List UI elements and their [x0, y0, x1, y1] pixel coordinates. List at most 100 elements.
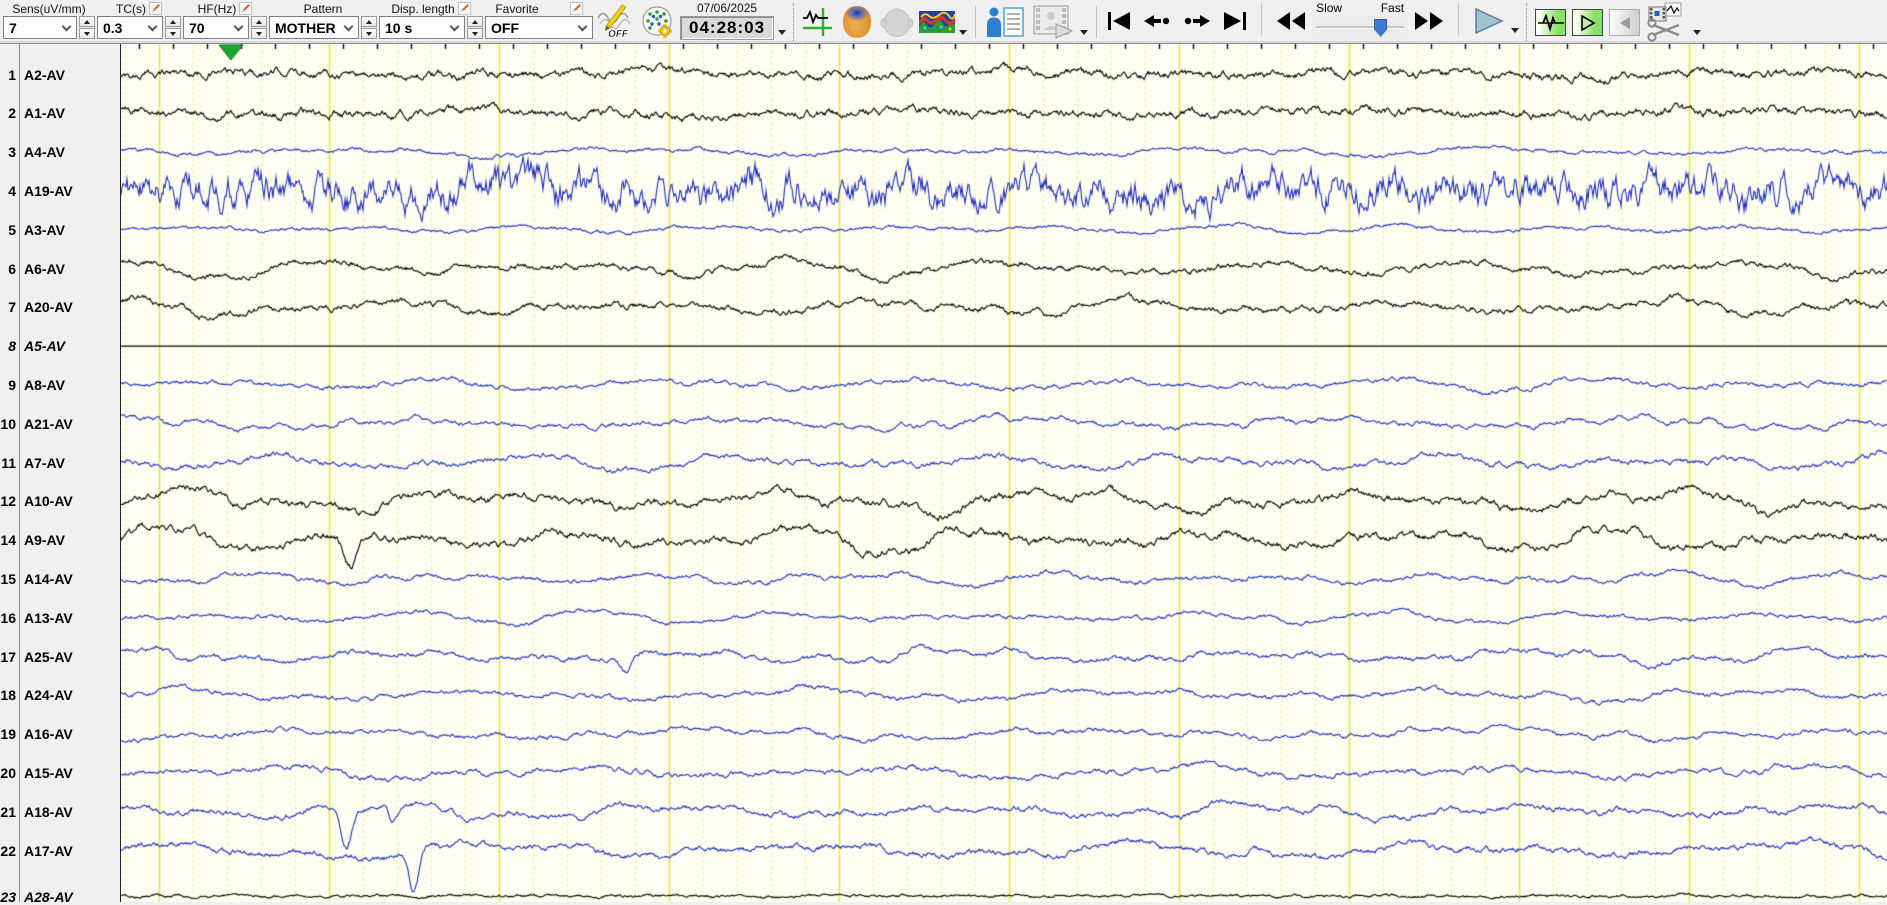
channel-row[interactable]: 6 A6-AV [0, 260, 120, 277]
channel-label: A6-AV [24, 260, 65, 277]
head-map-settings-button[interactable] [638, 1, 676, 43]
channel-label: A14-AV [24, 570, 73, 587]
video-button[interactable] [1030, 1, 1076, 43]
channel-row[interactable]: 21 A18-AV [0, 803, 120, 820]
channel-number: 2 [8, 105, 16, 122]
hf-up-button[interactable] [251, 16, 267, 27]
channel-row[interactable]: 2 A1-AV [0, 105, 120, 122]
time-display[interactable]: 04:28:03 [680, 16, 775, 40]
wave-review-mode-button[interactable] [1535, 9, 1567, 36]
channel-row[interactable]: 3 A4-AV [0, 144, 120, 161]
hf-spinner [251, 16, 267, 39]
step-forward-button[interactable] [1179, 10, 1215, 32]
speed-slider-thumb[interactable] [1374, 19, 1388, 37]
pattern-combobox[interactable]: MOTHER [269, 16, 359, 39]
channel-row[interactable]: 8 A5-AV [0, 338, 120, 355]
speed-slider-track[interactable] [1312, 16, 1409, 40]
channel-row[interactable]: 20 A15-AV [0, 764, 120, 781]
display-length-down-button[interactable] [467, 28, 483, 39]
channel-row[interactable]: 1 A2-AV [0, 66, 120, 83]
display-length-spinner [467, 16, 483, 39]
channel-row[interactable]: 14 A9-AV [0, 532, 120, 549]
topography-3d-button[interactable] [839, 1, 875, 43]
channel-row[interactable]: 22 A17-AV [0, 842, 120, 859]
channel-label: A8-AV [24, 376, 65, 393]
topo-dropdown-arrow[interactable] [959, 30, 968, 39]
tc-combobox[interactable]: 0.3 [97, 16, 163, 39]
sensitivity-combobox[interactable]: 7 [3, 16, 77, 39]
channel-row[interactable]: 17 A25-AV [0, 648, 120, 665]
edit-pencil-icon[interactable] [569, 2, 583, 15]
channel-row[interactable]: 15 A14-AV [0, 570, 120, 587]
channel-row[interactable]: 23 A28-AV [0, 888, 120, 905]
sensitivity-up-button[interactable] [79, 16, 95, 27]
filter-off-button[interactable]: OFF [596, 1, 634, 43]
channel-number: 14 [0, 532, 16, 549]
fast-forward-button[interactable] [1410, 10, 1448, 32]
tc-down-button[interactable] [165, 28, 181, 39]
channel-label: A10-AV [24, 493, 73, 510]
field-tc: TC(s) 0.3 [97, 1, 181, 39]
step-back-button[interactable] [1139, 10, 1175, 32]
field-favorite: Favorite OFF [485, 1, 593, 39]
skip-to-end-button[interactable] [1219, 10, 1251, 32]
video-dropdown-arrow[interactable] [1080, 30, 1089, 39]
play-dropdown-arrow[interactable] [1511, 28, 1520, 37]
channel-row[interactable]: 19 A16-AV [0, 726, 120, 743]
channel-row[interactable]: 9 A8-AV [0, 376, 120, 393]
channel-label: A25-AV [24, 648, 73, 665]
back-mode-button-disabled[interactable] [1609, 9, 1641, 36]
edit-pencil-icon[interactable] [149, 2, 162, 15]
channel-number: 7 [8, 299, 16, 316]
channel-number: 19 [0, 726, 16, 743]
field-sensitivity: Sens(uV/mm) 7 [3, 1, 95, 39]
channel-row[interactable]: 11 A7-AV [0, 454, 120, 471]
channel-row[interactable]: 12 A10-AV [0, 493, 120, 510]
channel-row[interactable]: 5 A3-AV [0, 221, 120, 238]
waveform-marker-button[interactable] [801, 1, 835, 43]
sensitivity-spinner [79, 16, 95, 39]
topography-2d-button-disabled[interactable] [879, 1, 915, 43]
channel-label: A20-AV [24, 299, 73, 316]
channel-row[interactable]: 10 A21-AV [0, 415, 120, 432]
channel-label-panel: 1 A2-AV 2 A1-AV 3 A4-AV 4 A19-AV 5 A3-AV 6 A6-AV 7 A2… [0, 44, 120, 905]
chevron-down-icon [61, 21, 72, 31]
time-dropdown-arrow[interactable] [778, 30, 787, 39]
rewind-button[interactable] [1272, 10, 1310, 32]
channel-number: 21 [0, 803, 16, 820]
channel-row[interactable]: 7 A20-AV [0, 299, 120, 316]
edit-pencil-icon[interactable] [457, 2, 471, 15]
sensitivity-down-button[interactable] [79, 28, 95, 39]
dsa-trend-button[interactable] [919, 1, 956, 43]
clip-video-button[interactable] [1645, 1, 1689, 43]
favorite-combobox[interactable]: OFF [485, 16, 593, 39]
skip-to-start-button[interactable] [1103, 10, 1135, 32]
fast-label: Fast [1380, 1, 1405, 15]
eeg-waveform-area[interactable] [120, 44, 1887, 902]
tc-up-button[interactable] [165, 16, 181, 27]
play-mode-button[interactable] [1572, 9, 1604, 36]
hf-down-button[interactable] [251, 28, 267, 39]
pattern-down-button[interactable] [361, 28, 377, 39]
display-length-up-button[interactable] [467, 16, 483, 27]
channel-number: 11 [1, 454, 16, 471]
pattern-up-button[interactable] [361, 16, 377, 27]
channel-label: A21-AV [24, 415, 73, 432]
hf-combobox[interactable]: 70 [183, 16, 249, 39]
chevron-down-icon [343, 21, 354, 31]
patient-info-button[interactable] [984, 1, 1026, 43]
channel-number: 5 [8, 221, 16, 238]
edit-pencil-icon[interactable] [239, 2, 253, 15]
channel-row[interactable]: 18 A24-AV [0, 687, 120, 704]
channel-row[interactable]: 16 A13-AV [0, 609, 120, 626]
channel-label: A16-AV [24, 726, 73, 743]
channel-label: A18-AV [24, 803, 73, 820]
channel-row[interactable]: 4 A19-AV [0, 182, 120, 199]
display-length-combobox[interactable]: 10 s [379, 16, 465, 39]
channel-number: 3 [8, 144, 16, 161]
channel-number: 4 [8, 182, 16, 199]
hf-label: HF(Hz) [197, 1, 237, 16]
play-button[interactable] [1469, 7, 1509, 35]
clip-dropdown-arrow[interactable] [1693, 30, 1702, 39]
display-length-label: Disp. length [391, 1, 455, 16]
